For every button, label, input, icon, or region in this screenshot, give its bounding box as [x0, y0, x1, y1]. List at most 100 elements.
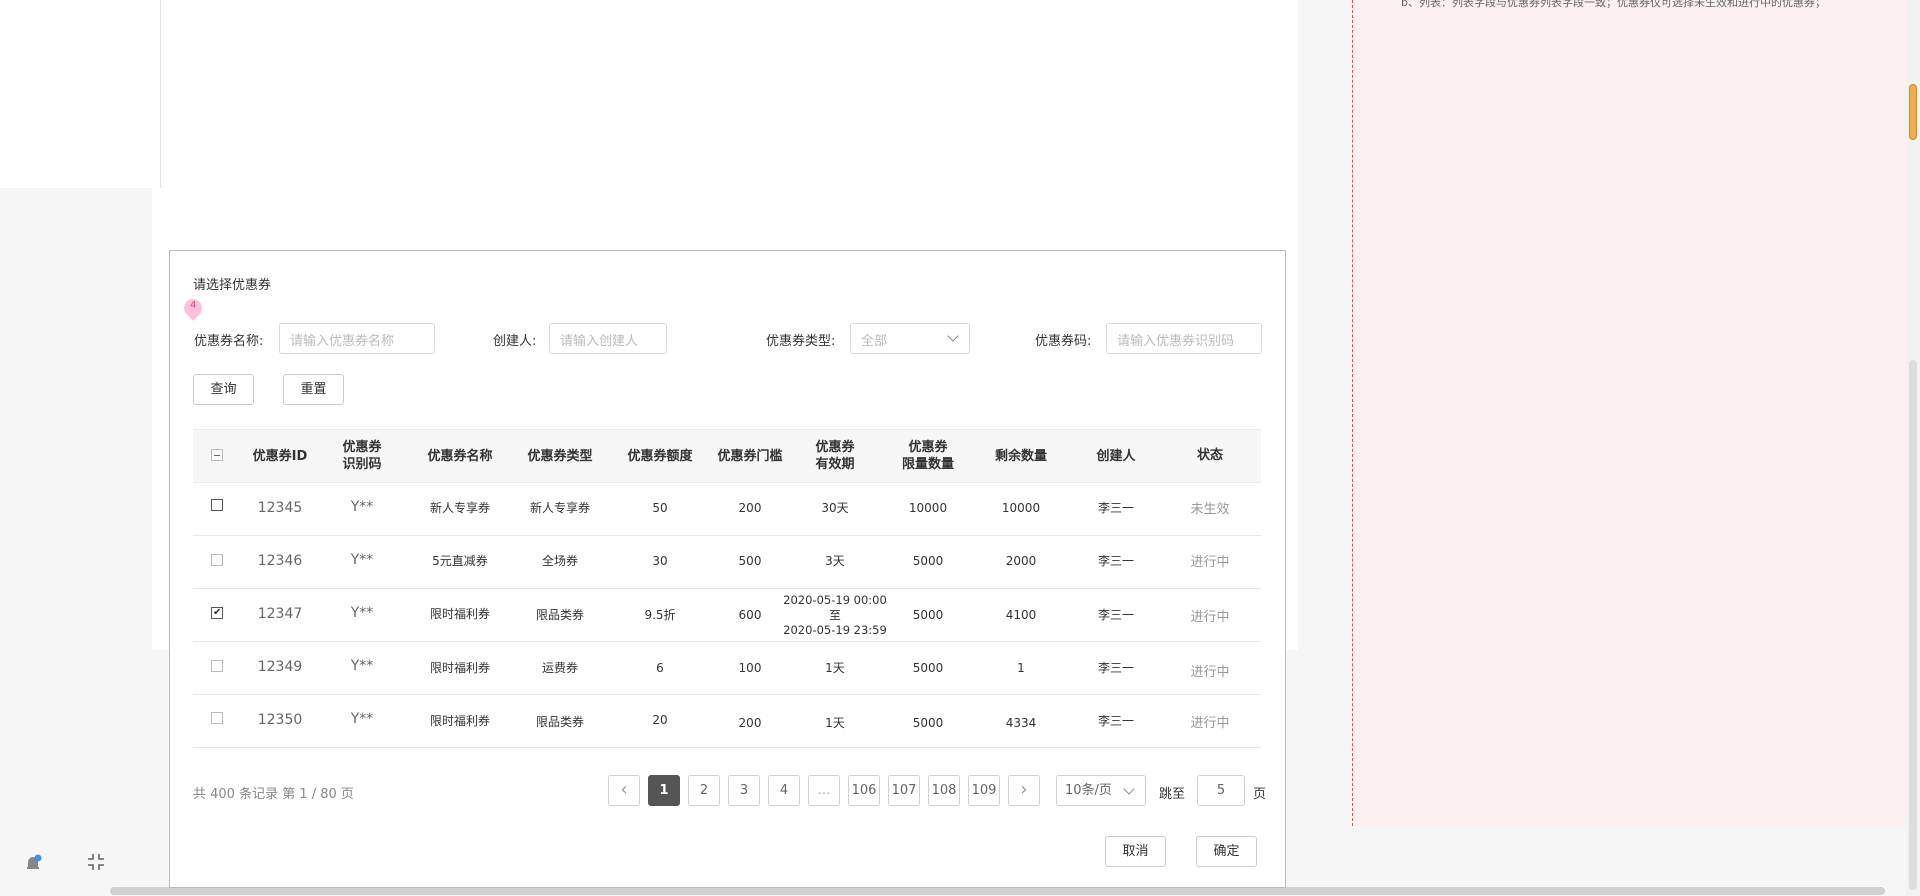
- page-button[interactable]: 3: [728, 775, 760, 806]
- chevron-down-icon: [1123, 783, 1135, 795]
- cell-type: 全场券: [541, 554, 578, 568]
- horizontal-scrollbar-thumb[interactable]: [110, 887, 1885, 895]
- page-ellipsis[interactable]: ...: [808, 775, 840, 806]
- annotation-panel: b、列表：列表字段与优惠券列表字段一致；优惠券仅可选择未生效和进行中的优惠券；: [1352, 0, 1918, 826]
- row-checkbox[interactable]: [211, 554, 223, 566]
- cancel-button[interactable]: 取消: [1105, 836, 1166, 867]
- cell-amount: 30: [652, 554, 668, 568]
- cell-type: 限品类券: [535, 608, 584, 622]
- th-limit: 优惠券 限量数量: [901, 440, 954, 472]
- coupon-code-input[interactable]: 请输入优惠券识别码: [1106, 323, 1262, 354]
- jump-suffix: 页: [1253, 787, 1267, 802]
- coupon-name-input[interactable]: 请输入优惠券名称: [279, 323, 435, 354]
- cell-amount: 6: [656, 661, 664, 675]
- column-divider: [160, 0, 161, 188]
- cell-code: Y**: [350, 711, 374, 727]
- cell-remaining: 1: [1017, 661, 1025, 675]
- annotation-text: b、列表：列表字段与优惠券列表字段一致；优惠券仅可选择未生效和进行中的优惠券；: [1401, 0, 1826, 9]
- cell-name: 5元直减券: [432, 554, 488, 568]
- cell-remaining: 10000: [1001, 501, 1041, 515]
- row-divider: [193, 588, 1261, 589]
- row-divider: [193, 641, 1261, 642]
- cell-code: Y**: [350, 658, 374, 674]
- th-code: 优惠券 识别码: [342, 440, 382, 472]
- cell-type: 限品类券: [535, 715, 584, 729]
- row-divider: [193, 535, 1261, 536]
- row-divider: [193, 747, 1261, 748]
- cell-limit: 5000: [912, 716, 944, 730]
- cell-status: 进行中: [1190, 716, 1230, 731]
- cell-name: 限时福利券: [429, 661, 490, 675]
- coupon-select-dialog: 请选择优惠券 4 优惠券名称: 请输入优惠券名称 创建人: 请输入创建人 优惠券…: [169, 250, 1286, 888]
- canvas-top-area: [0, 0, 1298, 188]
- row-checkbox[interactable]: [211, 712, 223, 724]
- cell-remaining: 4100: [1005, 608, 1037, 622]
- page-button[interactable]: 108: [928, 775, 960, 806]
- cell-code: Y**: [350, 499, 374, 515]
- cell-validity: 1天: [825, 716, 845, 730]
- cell-name: 限时福利券: [429, 607, 490, 621]
- page-size-select[interactable]: 10条/页: [1056, 775, 1146, 806]
- cell-creator: 李三一: [1097, 501, 1134, 515]
- cell-validity: 30天: [821, 501, 849, 515]
- th-name: 优惠券名称: [427, 449, 493, 464]
- prev-page-button[interactable]: ‹: [608, 775, 640, 806]
- cell-creator: 李三一: [1097, 554, 1134, 568]
- coupon-type-select[interactable]: 全部: [850, 323, 970, 354]
- reset-button[interactable]: 重置: [283, 374, 344, 405]
- creator-input[interactable]: 请输入创建人: [549, 323, 667, 354]
- cell-threshold: 600: [738, 608, 762, 622]
- cell-remaining: 2000: [1005, 554, 1037, 568]
- jump-label: 跳至: [1159, 787, 1186, 802]
- cell-amount: 9.5折: [644, 608, 676, 622]
- confirm-button[interactable]: 确定: [1196, 836, 1257, 867]
- select-all-checkbox[interactable]: [211, 449, 223, 461]
- cell-creator: 李三一: [1097, 608, 1134, 622]
- indeterminate-mark: [214, 455, 220, 456]
- page-button[interactable]: 106: [848, 775, 880, 806]
- page-button[interactable]: 107: [888, 775, 920, 806]
- cell-threshold: 200: [738, 716, 762, 730]
- row-checkbox-checked[interactable]: ✔: [211, 607, 223, 619]
- coupon-type-label: 优惠券类型:: [766, 334, 836, 349]
- creator-label: 创建人:: [493, 334, 537, 349]
- page-button[interactable]: 109: [968, 775, 1000, 806]
- page-button[interactable]: 4: [768, 775, 800, 806]
- cell-status: 进行中: [1190, 555, 1230, 570]
- annotation-badge-number: 4: [190, 300, 197, 311]
- cell-status: 未生效: [1190, 502, 1230, 517]
- cell-limit: 5000: [912, 608, 944, 622]
- cell-threshold: 500: [738, 554, 762, 568]
- cell-status: 进行中: [1190, 665, 1230, 680]
- vertical-scrollbar-thumb[interactable]: [1909, 84, 1917, 140]
- cell-validity: 2020-05-19 00:00 至 2020-05-19 23:59: [783, 593, 887, 637]
- cell-threshold: 200: [738, 501, 762, 515]
- query-button[interactable]: 查询: [193, 374, 254, 405]
- page-button[interactable]: 2: [688, 775, 720, 806]
- th-validity: 优惠券 有效期: [815, 440, 855, 472]
- next-page-button[interactable]: ›: [1008, 775, 1040, 806]
- cell-id: 12346: [257, 553, 303, 569]
- row-checkbox[interactable]: [211, 499, 223, 511]
- cell-name: 新人专享券: [429, 501, 490, 515]
- page-button-active[interactable]: 1: [648, 775, 680, 806]
- dialog-title: 请选择优惠券: [193, 278, 272, 293]
- cell-name: 限时福利券: [429, 714, 490, 728]
- cell-threshold: 100: [738, 661, 762, 675]
- notification-icon[interactable]: [24, 854, 42, 872]
- cell-id: 12350: [257, 712, 303, 728]
- cell-limit: 10000: [908, 501, 948, 515]
- coupon-name-label: 优惠券名称:: [194, 334, 264, 349]
- cell-code: Y**: [350, 552, 374, 568]
- coupon-type-value: 全部: [861, 334, 888, 349]
- pagination-summary: 共 400 条记录 第 1 / 80 页: [193, 787, 354, 802]
- th-creator: 创建人: [1096, 449, 1136, 464]
- cell-limit: 5000: [912, 554, 944, 568]
- cell-remaining: 4334: [1005, 716, 1037, 730]
- vertical-scrollbar-region[interactable]: [1909, 360, 1917, 890]
- check-icon: ✔: [213, 607, 222, 618]
- row-checkbox[interactable]: [211, 660, 223, 672]
- row-divider: [193, 694, 1261, 695]
- collapse-icon[interactable]: [86, 852, 106, 872]
- jump-page-input[interactable]: 5: [1197, 775, 1245, 806]
